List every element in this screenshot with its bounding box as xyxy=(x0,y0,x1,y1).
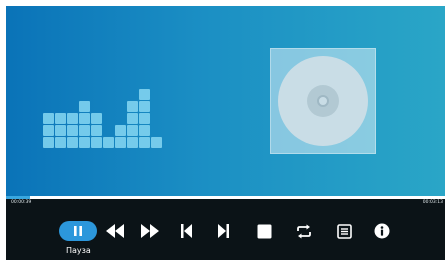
equalizer-cell xyxy=(139,89,150,100)
stop-icon xyxy=(257,224,271,238)
disc-icon xyxy=(278,56,368,146)
equalizer-cell xyxy=(127,137,138,148)
equalizer-cell xyxy=(79,113,90,124)
equalizer-cell xyxy=(43,137,54,148)
equalizer-cell xyxy=(79,125,90,136)
disc-hole xyxy=(317,95,329,107)
skip-previous-icon xyxy=(181,224,192,238)
info-button[interactable] xyxy=(373,221,391,241)
elapsed-time: 00:00:39 xyxy=(11,200,32,205)
equalizer-cell xyxy=(91,125,102,136)
equalizer-cell xyxy=(67,125,78,136)
equalizer-cell xyxy=(91,137,102,148)
equalizer-cell xyxy=(55,113,66,124)
rewind-button[interactable] xyxy=(104,221,126,241)
equalizer-visualizer xyxy=(43,89,163,149)
equalizer-cell xyxy=(139,137,150,148)
equalizer-cell xyxy=(103,137,114,148)
equalizer-cell xyxy=(67,137,78,148)
control-bar: 00:00:39 00:03:13 Пауза xyxy=(6,199,445,260)
playlist-icon xyxy=(336,223,352,239)
equalizer-cell xyxy=(115,137,126,148)
fast-forward-icon xyxy=(141,224,159,238)
equalizer-cell xyxy=(151,137,162,148)
equalizer-cell xyxy=(127,125,138,136)
media-player: 00:00:39 00:03:13 Пауза xyxy=(6,6,445,260)
skip-previous-button[interactable] xyxy=(178,221,194,241)
skip-next-button[interactable] xyxy=(216,221,232,241)
equalizer-cell xyxy=(55,137,66,148)
equalizer-cell xyxy=(127,113,138,124)
equalizer-cell xyxy=(55,125,66,136)
equalizer-cell xyxy=(139,125,150,136)
playlist-button[interactable] xyxy=(335,221,353,241)
equalizer-cell xyxy=(43,113,54,124)
visualization-area xyxy=(6,6,445,196)
rewind-icon xyxy=(106,224,124,238)
pause-label: Пауза xyxy=(66,246,91,255)
pause-button[interactable] xyxy=(59,221,97,241)
equalizer-cell xyxy=(79,101,90,112)
pause-icon xyxy=(74,226,82,236)
equalizer-cell xyxy=(139,113,150,124)
equalizer-cell xyxy=(139,101,150,112)
equalizer-cell xyxy=(127,101,138,112)
repeat-button[interactable] xyxy=(295,221,313,241)
info-icon xyxy=(374,223,390,239)
equalizer-cell xyxy=(43,125,54,136)
fast-forward-button[interactable] xyxy=(139,221,161,241)
equalizer-cell xyxy=(91,113,102,124)
equalizer-cell xyxy=(79,137,90,148)
album-art xyxy=(270,48,376,154)
repeat-icon xyxy=(297,224,311,238)
total-time: 00:03:13 xyxy=(422,200,443,205)
stop-button[interactable] xyxy=(255,221,273,241)
skip-next-icon xyxy=(218,224,229,238)
equalizer-cell xyxy=(115,125,126,136)
equalizer-cell xyxy=(67,113,78,124)
